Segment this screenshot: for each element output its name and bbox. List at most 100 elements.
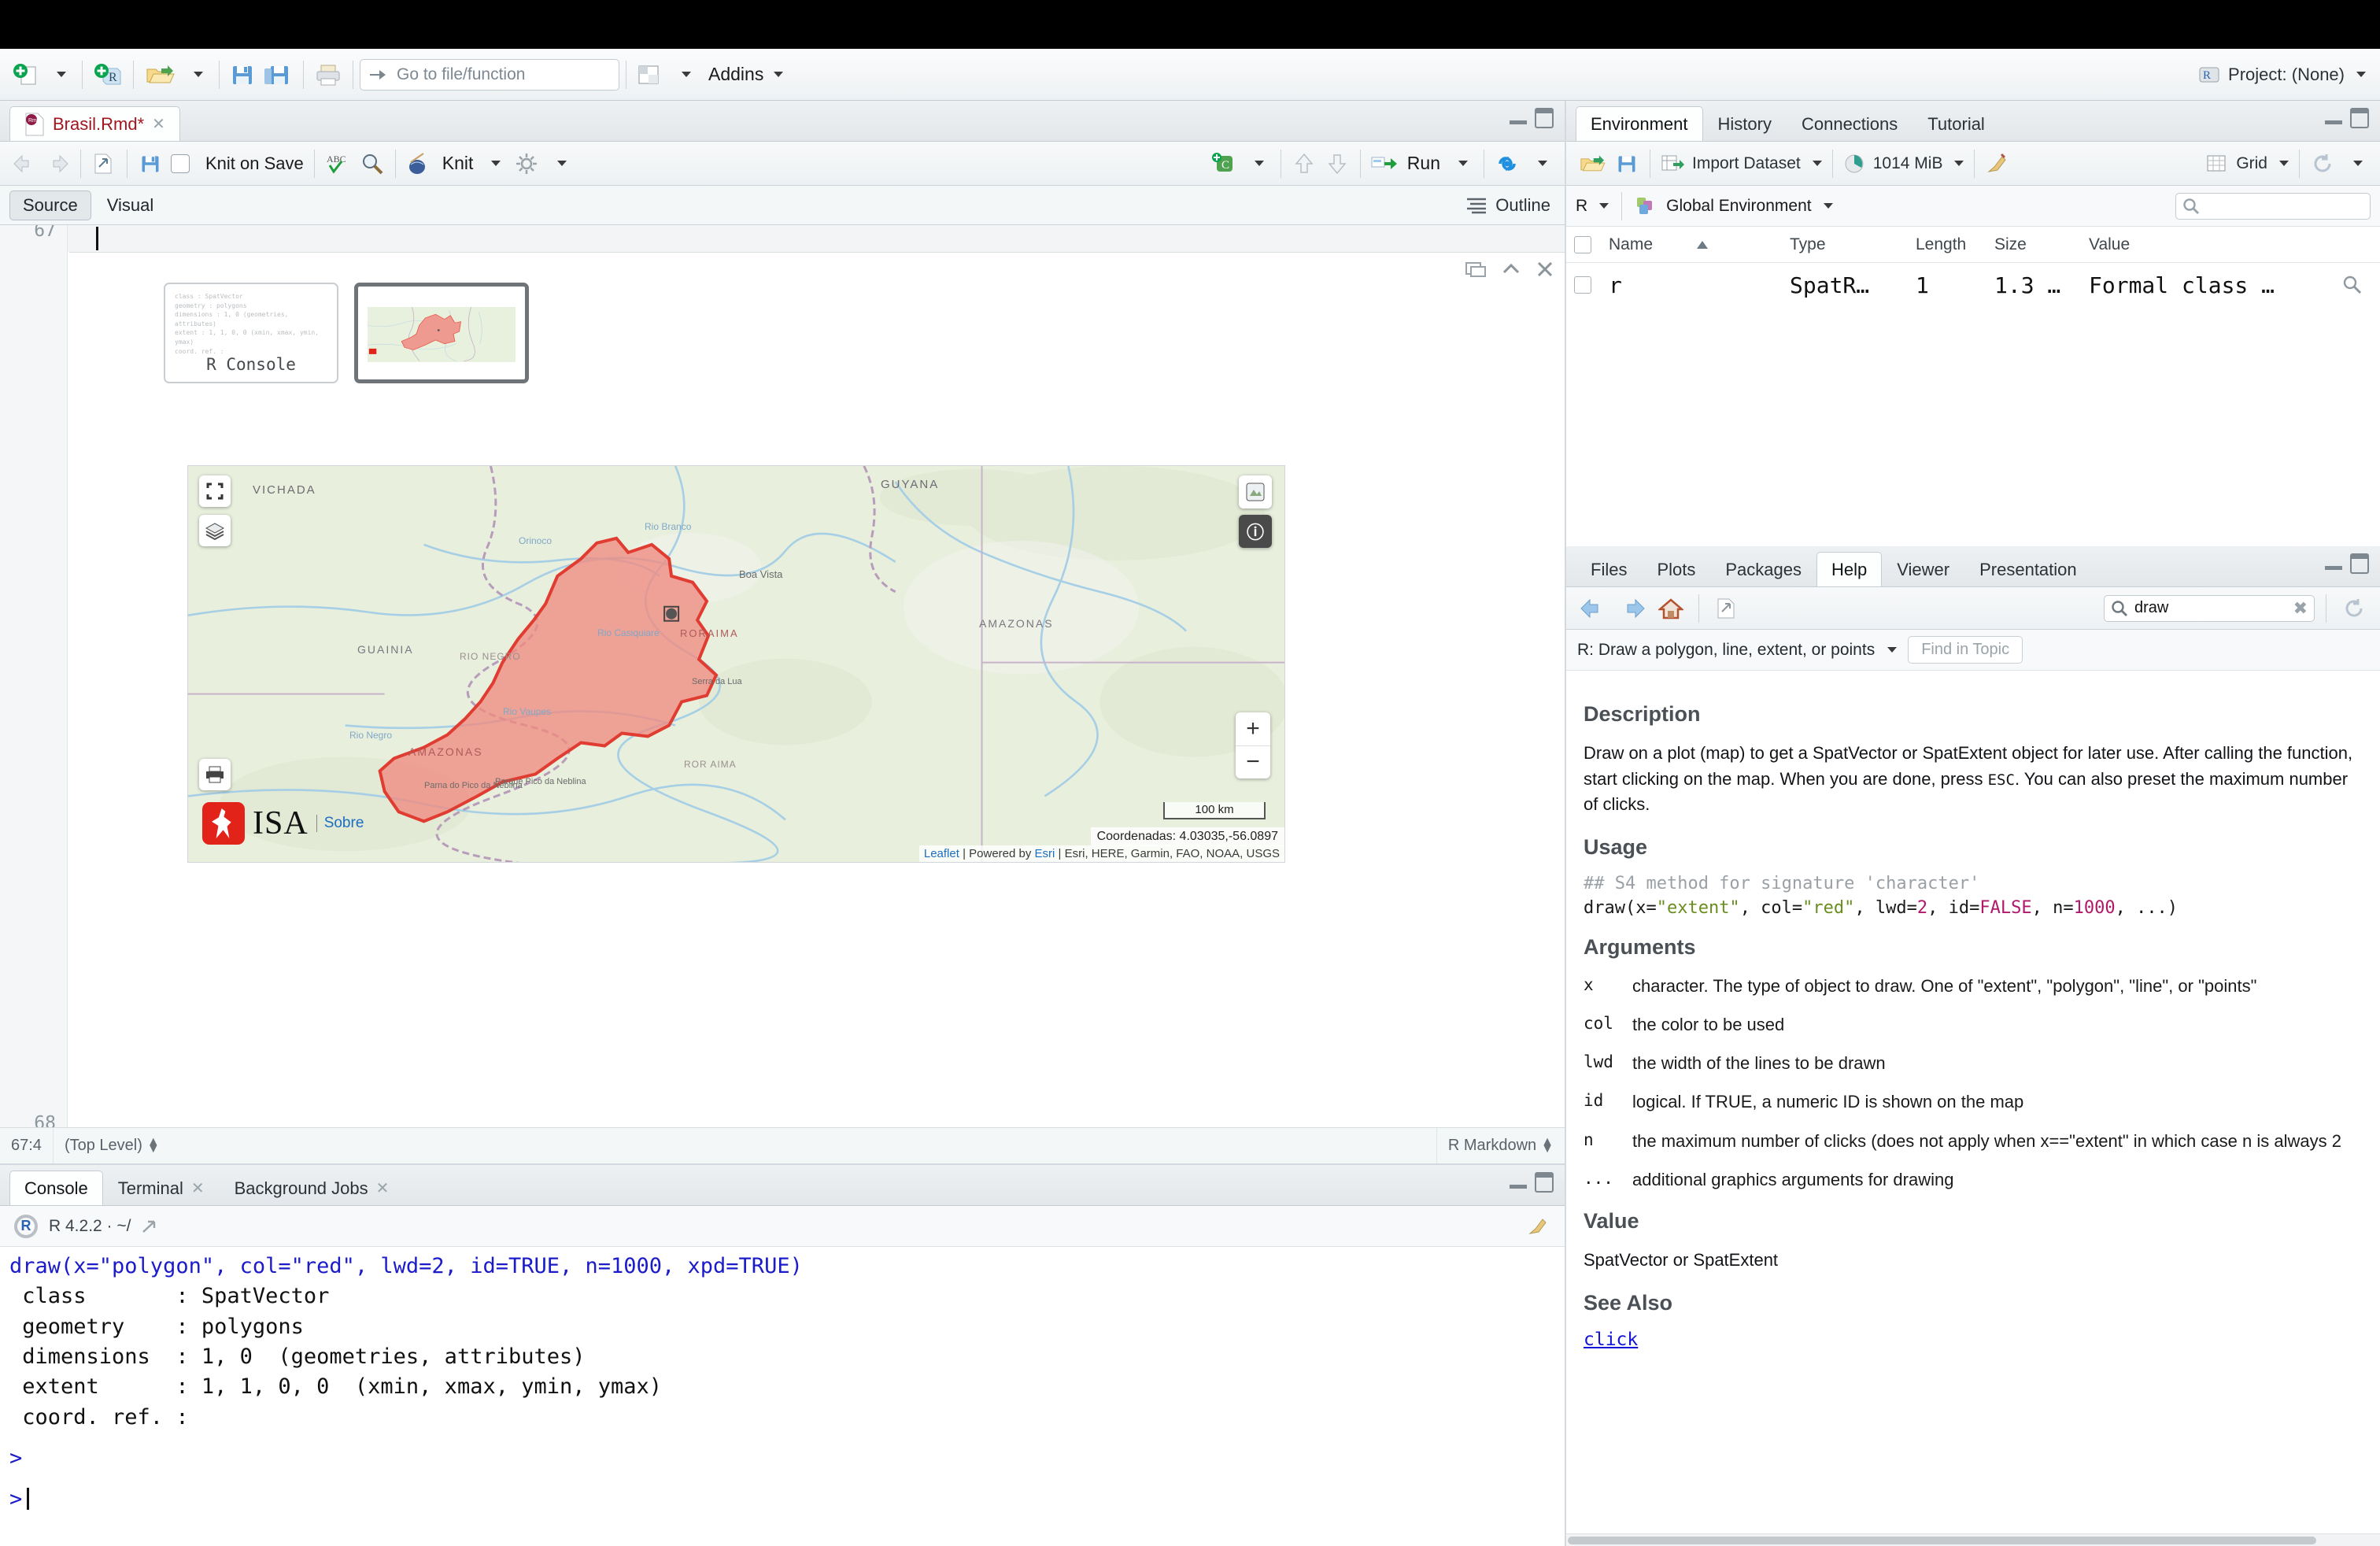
new-project-icon[interactable]: R bbox=[89, 56, 127, 94]
rerun-dropdown[interactable] bbox=[1524, 145, 1557, 183]
thumbnail-map-viewer[interactable] bbox=[354, 283, 529, 383]
clear-objects-icon[interactable] bbox=[1981, 145, 2014, 183]
tab-terminal[interactable]: Terminal ✕ bbox=[103, 1171, 220, 1205]
outline-button[interactable]: Outline bbox=[1465, 195, 1550, 216]
forward-icon[interactable] bbox=[1615, 590, 1650, 627]
minimize-icon[interactable] bbox=[1510, 1176, 1527, 1189]
minimize-icon[interactable] bbox=[2325, 557, 2342, 570]
expand-icon[interactable] bbox=[1465, 261, 1486, 278]
save-icon[interactable] bbox=[226, 56, 259, 94]
run-button[interactable]: Run bbox=[1367, 145, 1444, 183]
addins-button[interactable]: Addins bbox=[700, 64, 791, 85]
workspace-panes-dropdown[interactable] bbox=[667, 56, 700, 94]
zoom-in-button[interactable]: + bbox=[1236, 712, 1270, 746]
spellcheck-icon[interactable]: ABC bbox=[321, 145, 356, 183]
esri-link[interactable]: Esri bbox=[1035, 847, 1055, 860]
source-editor[interactable]: 67 68 class: SpatVector geometry: poly… bbox=[0, 225, 1565, 1127]
close-icon[interactable] bbox=[1536, 261, 1554, 278]
scope-selector[interactable]: (Top Level) ▲ ▼ bbox=[54, 1128, 171, 1163]
tab-environment[interactable]: Environment bbox=[1576, 106, 1703, 141]
insert-chunk-icon[interactable]: C bbox=[1205, 145, 1241, 183]
tab-plots[interactable]: Plots bbox=[1642, 552, 1710, 586]
close-icon[interactable]: ✕ bbox=[191, 1178, 205, 1198]
inspect-object-icon[interactable] bbox=[2342, 275, 2363, 295]
zoom-out-button[interactable]: − bbox=[1236, 746, 1270, 779]
column-header-size[interactable]: Size bbox=[1986, 227, 2081, 262]
popout-icon[interactable] bbox=[87, 145, 120, 183]
refresh-icon[interactable] bbox=[2338, 590, 2371, 627]
open-workspace-icon[interactable] bbox=[1574, 145, 1610, 183]
column-header-type[interactable]: Type bbox=[1782, 227, 1908, 262]
tab-presentation[interactable]: Presentation bbox=[1964, 552, 2092, 586]
popout-icon[interactable] bbox=[142, 1218, 162, 1235]
select-all-checkbox[interactable] bbox=[1566, 227, 1601, 262]
isa-logo[interactable]: ISA Sobre bbox=[202, 802, 364, 845]
clear-icon[interactable]: ✖ bbox=[2293, 598, 2308, 619]
save-all-icon[interactable] bbox=[259, 56, 297, 94]
search-icon[interactable] bbox=[356, 145, 389, 183]
save-workspace-icon[interactable] bbox=[1610, 145, 1643, 183]
knit-on-save-checkbox[interactable]: Knit on Save bbox=[167, 145, 308, 183]
table-row[interactable]: r SpatR… 1 1.3 … Formal class … bbox=[1566, 263, 2380, 307]
maximize-icon[interactable] bbox=[2350, 108, 2369, 128]
view-mode-button[interactable]: Grid bbox=[2202, 145, 2293, 183]
close-icon[interactable]: ✕ bbox=[152, 114, 165, 134]
open-file-dropdown[interactable] bbox=[179, 56, 213, 94]
layers-icon[interactable] bbox=[199, 515, 231, 546]
maximize-icon[interactable] bbox=[1535, 108, 1554, 128]
mode-source[interactable]: Source bbox=[9, 190, 91, 220]
import-dataset-button[interactable]: Import Dataset bbox=[1657, 145, 1826, 183]
help-search-input[interactable]: draw ✖ bbox=[2104, 594, 2315, 622]
globe-icon[interactable] bbox=[1239, 475, 1272, 509]
tab-viewer[interactable]: Viewer bbox=[1882, 552, 1964, 586]
tab-help[interactable]: Help bbox=[1816, 552, 1883, 586]
document-type-selector[interactable]: R Markdown ▲ ▼ bbox=[1437, 1128, 1565, 1163]
tab-connections[interactable]: Connections bbox=[1787, 106, 1913, 141]
fullscreen-icon[interactable] bbox=[199, 475, 231, 507]
go-to-file-input[interactable]: Go to file/function bbox=[360, 58, 619, 91]
new-file-icon[interactable] bbox=[8, 56, 42, 94]
help-topic-label[interactable]: R: Draw a polygon, line, extent, or poin… bbox=[1577, 641, 1875, 660]
refresh-dropdown[interactable] bbox=[2339, 145, 2372, 183]
console-input-line[interactable]: > bbox=[9, 1485, 1565, 1515]
workspace-panes-icon[interactable] bbox=[633, 56, 667, 94]
tab-console[interactable]: Console bbox=[9, 1171, 103, 1205]
forward-icon[interactable] bbox=[41, 145, 74, 183]
knit-button[interactable]: Knit bbox=[402, 145, 478, 183]
column-header-value[interactable]: Value bbox=[2081, 227, 2380, 262]
project-menu[interactable]: R Project: (None) bbox=[2198, 64, 2366, 86]
horizontal-scrollbar[interactable] bbox=[1566, 1533, 2380, 1546]
thumbnail-r-console[interactable]: class : SpatVector geometry : polygons d… bbox=[164, 283, 338, 383]
leaflet-map-widget[interactable]: VICHADA GUYANA GUAINIA AMAZONAS AMAZONAS Orin… bbox=[187, 465, 1285, 863]
popout-icon[interactable] bbox=[1710, 590, 1743, 627]
rerun-icon[interactable] bbox=[1491, 145, 1524, 183]
tab-tutorial[interactable]: Tutorial bbox=[1913, 106, 2000, 141]
knit-dropdown[interactable] bbox=[477, 145, 510, 183]
print-icon[interactable] bbox=[199, 759, 231, 790]
tab-files[interactable]: Files bbox=[1576, 552, 1642, 586]
gear-icon[interactable] bbox=[510, 145, 543, 183]
environment-search-input[interactable] bbox=[2175, 192, 2371, 220]
tab-history[interactable]: History bbox=[1703, 106, 1787, 141]
minimize-icon[interactable] bbox=[2325, 112, 2342, 124]
refresh-icon[interactable] bbox=[2306, 145, 2339, 183]
clear-console-icon[interactable] bbox=[1527, 1216, 1549, 1237]
see-also-link-click[interactable]: click bbox=[1584, 1330, 1638, 1350]
minimize-icon[interactable] bbox=[1510, 112, 1527, 124]
maximize-icon[interactable] bbox=[2350, 553, 2369, 574]
print-icon[interactable] bbox=[310, 56, 346, 94]
global-environment-label[interactable]: Global Environment bbox=[1666, 197, 1811, 216]
home-icon[interactable] bbox=[1654, 590, 1687, 627]
maximize-icon[interactable] bbox=[1535, 1172, 1554, 1193]
memory-usage-button[interactable]: 1014 MiB bbox=[1839, 145, 1968, 183]
isa-about-link[interactable]: Sobre bbox=[316, 815, 364, 832]
tab-background-jobs[interactable]: Background Jobs ✕ bbox=[220, 1171, 405, 1205]
tab-packages[interactable]: Packages bbox=[1710, 552, 1816, 586]
column-header-length[interactable]: Length bbox=[1908, 227, 1986, 262]
leaflet-link[interactable]: Leaflet bbox=[924, 847, 959, 860]
language-selector-label[interactable]: R bbox=[1576, 197, 1587, 216]
run-next-chunk-icon[interactable] bbox=[1321, 145, 1354, 183]
run-previous-chunk-icon[interactable] bbox=[1288, 145, 1321, 183]
column-header-name[interactable]: Name bbox=[1601, 227, 1782, 262]
zoom-controls[interactable]: + − bbox=[1236, 712, 1270, 779]
